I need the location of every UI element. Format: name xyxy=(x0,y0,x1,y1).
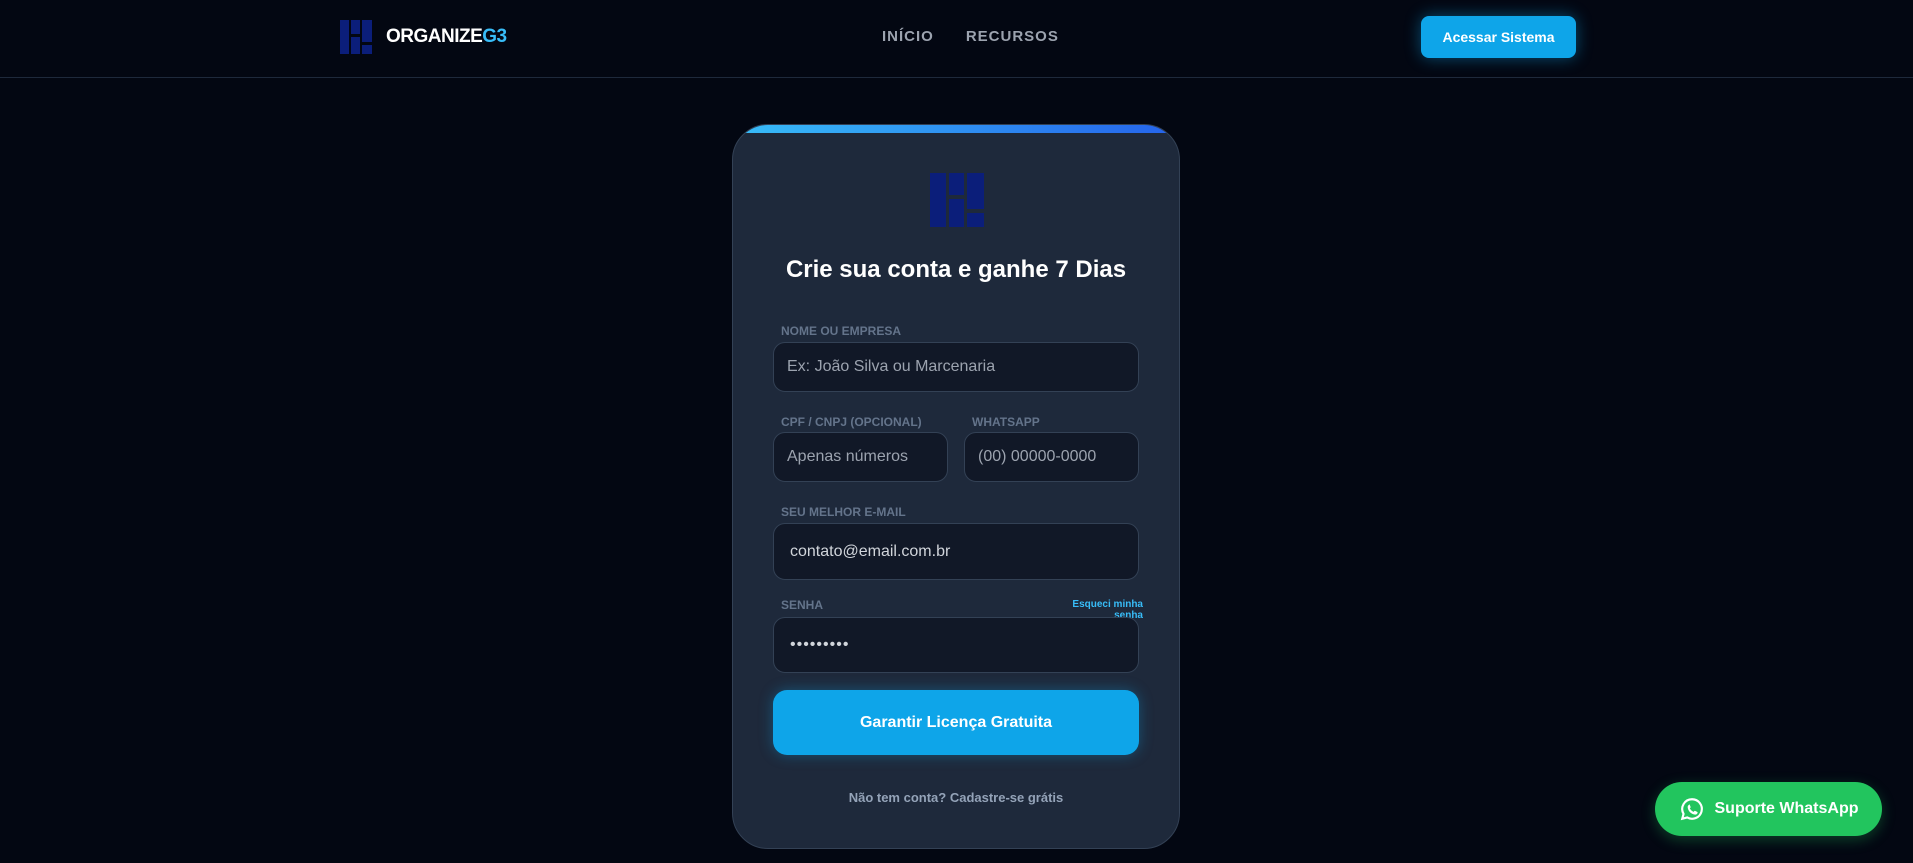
name-input[interactable] xyxy=(773,342,1139,392)
top-navbar: ORGANIZEG3 INÍCIO RECURSOS Acessar Siste… xyxy=(0,0,1913,78)
whatsapp-input[interactable] xyxy=(964,432,1139,482)
whatsapp-support-label: Suporte WhatsApp xyxy=(1714,800,1859,817)
email-field[interactable] xyxy=(773,523,1139,580)
form-title: Crie sua conta e ganhe 7 Dias xyxy=(785,256,1127,283)
brand-name-main: ORGANIZE xyxy=(386,26,483,47)
blocks-logo-icon xyxy=(340,20,372,54)
name-label: NOME OU EMPRESA xyxy=(781,324,902,338)
whatsapp-support-button[interactable]: Suporte WhatsApp xyxy=(1655,782,1882,836)
whatsapp-label: WHATSAPP xyxy=(972,415,1040,429)
email-label: SEU MELHOR E-MAIL xyxy=(781,505,906,519)
document-input[interactable] xyxy=(773,432,948,482)
access-system-button[interactable]: Acessar Sistema xyxy=(1421,16,1576,58)
brand[interactable]: ORGANIZEG3 xyxy=(340,20,507,54)
document-label: CPF / CNPJ (OPCIONAL) xyxy=(781,415,922,429)
card-accent-bar xyxy=(733,125,1179,133)
whatsapp-icon xyxy=(1680,798,1703,821)
signup-card: Crie sua conta e ganhe 7 Dias NOME OU EM… xyxy=(732,124,1180,849)
signup-link[interactable]: Não tem conta? Cadastre-se grátis xyxy=(733,790,1179,805)
brand-name-accent: G3 xyxy=(482,26,507,47)
nav-link-inicio[interactable]: INÍCIO xyxy=(882,28,934,45)
submit-button[interactable]: Garantir Licença Gratuita xyxy=(773,690,1139,755)
password-label: SENHA xyxy=(781,598,824,612)
password-field[interactable] xyxy=(773,617,1139,673)
blocks-logo-icon xyxy=(930,173,984,227)
brand-name: ORGANIZEG3 xyxy=(386,26,507,48)
nav-link-recursos[interactable]: RECURSOS xyxy=(966,28,1059,45)
main-nav: INÍCIO RECURSOS xyxy=(882,28,1059,45)
